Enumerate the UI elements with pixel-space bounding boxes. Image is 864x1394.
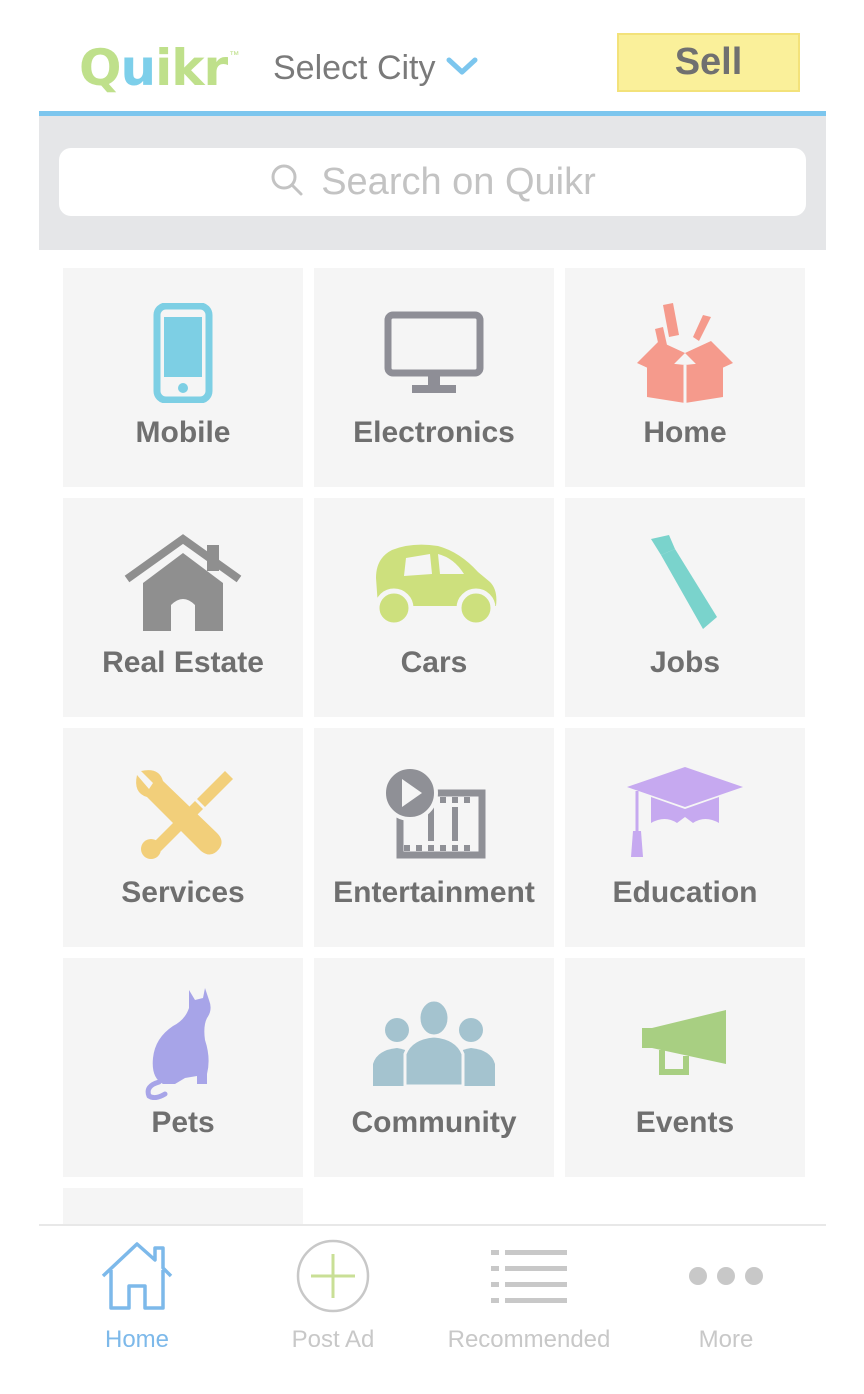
monitor-icon <box>314 298 554 408</box>
category-tile-cars[interactable]: Cars <box>314 498 554 717</box>
category-label: Mobile <box>135 416 231 449</box>
box-icon <box>565 298 805 408</box>
category-tile-services[interactable]: Services <box>63 728 303 947</box>
nav-recommended[interactable]: Recommended <box>439 1236 619 1356</box>
category-tile-mobile[interactable]: Mobile <box>63 268 303 487</box>
select-city-label: Select City <box>273 48 436 87</box>
sell-button[interactable]: Sell <box>617 33 800 92</box>
category-tile-electronics[interactable]: Electronics <box>314 268 554 487</box>
category-label: Events <box>635 1106 735 1139</box>
category-label: Jobs <box>649 646 721 679</box>
cat-icon <box>63 988 303 1100</box>
search-placeholder: Search on Quikr <box>321 160 596 203</box>
nav-recommended-label: Recommended <box>447 1326 611 1353</box>
bottom-navigation: Home Post Ad Recommended More <box>39 1224 826 1394</box>
category-tile-pets[interactable]: Pets <box>63 958 303 1177</box>
graduation-cap-icon <box>565 758 805 868</box>
house-icon <box>63 528 303 638</box>
nav-post-ad[interactable]: Post Ad <box>243 1236 423 1356</box>
home-icon <box>47 1236 227 1316</box>
chevron-down-icon <box>446 56 478 81</box>
car-icon <box>314 528 554 638</box>
logo-trademark: ™ <box>229 49 240 61</box>
logo-ikr: ikr <box>155 39 228 97</box>
category-label: Services <box>121 876 245 909</box>
nav-more-label: More <box>698 1326 754 1353</box>
category-label: Pets <box>151 1106 215 1139</box>
category-tile-partial[interactable] <box>63 1188 303 1228</box>
category-tile-jobs[interactable]: Jobs <box>565 498 805 717</box>
category-label: Cars <box>400 646 468 679</box>
list-icon <box>439 1236 619 1316</box>
tools-icon <box>63 758 303 868</box>
category-tile-education[interactable]: Education <box>565 728 805 947</box>
category-label: Education <box>612 876 758 909</box>
nav-home[interactable]: Home <box>47 1236 227 1356</box>
category-label: Electronics <box>353 416 515 449</box>
nav-home-label: Home <box>104 1326 170 1353</box>
more-dots-icon <box>636 1236 816 1316</box>
app-screen: Quikr ™ Select City Sell Search on Quikr <box>39 0 826 1394</box>
logo-q: Q <box>79 39 122 97</box>
tie-icon <box>565 528 805 638</box>
search-input[interactable]: Search on Quikr <box>59 148 806 216</box>
logo-u: u <box>120 39 157 97</box>
search-area: Search on Quikr <box>39 116 826 250</box>
search-icon <box>269 162 305 203</box>
mobile-phone-icon <box>63 298 303 408</box>
category-label: Entertainment <box>333 876 535 909</box>
category-tile-home[interactable]: Home <box>565 268 805 487</box>
quikr-logo[interactable]: Quikr ™ <box>79 38 239 98</box>
category-tile-events[interactable]: Events <box>565 958 805 1177</box>
plus-circle-icon <box>243 1236 423 1316</box>
people-icon <box>314 988 554 1098</box>
video-film-icon <box>314 758 554 868</box>
megaphone-icon <box>565 988 805 1098</box>
category-label: Real Estate <box>102 646 264 679</box>
category-tile-real-estate[interactable]: Real Estate <box>63 498 303 717</box>
logo-text: Quikr <box>79 39 228 97</box>
category-tile-entertainment[interactable]: Entertainment <box>314 728 554 947</box>
category-label: Home <box>643 416 727 449</box>
nav-more[interactable]: More <box>636 1236 816 1356</box>
top-bar: Quikr ™ Select City Sell <box>39 0 826 112</box>
category-label: Community <box>351 1106 517 1139</box>
select-city-dropdown[interactable]: Select City <box>273 44 478 92</box>
nav-post-ad-label: Post Ad <box>291 1326 375 1353</box>
category-tile-community[interactable]: Community <box>314 958 554 1177</box>
